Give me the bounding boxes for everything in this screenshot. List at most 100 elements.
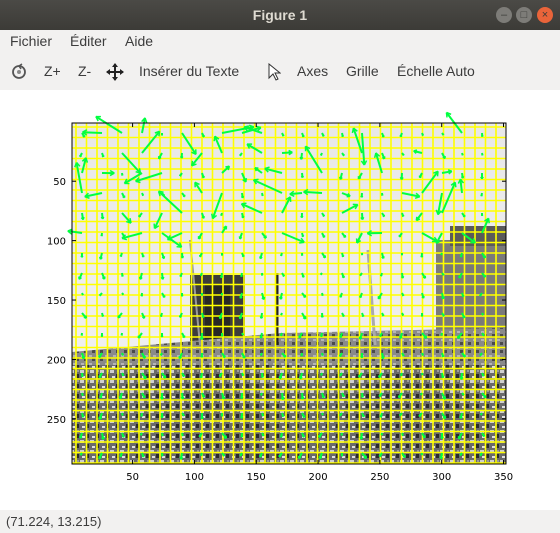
flow-arrow-head: [320, 335, 323, 338]
autoscale-button[interactable]: Échelle Auto: [397, 63, 475, 79]
flow-arrow-head: [101, 335, 104, 338]
flow-arrow-head: [379, 395, 382, 398]
flow-arrow-head: [81, 334, 83, 336]
flow-arrow-head: [242, 215, 245, 219]
flow-arrow-head: [278, 455, 282, 458]
flow-arrow-head: [440, 334, 443, 336]
cursor-coordinates: (71.224, 13.215): [6, 514, 102, 529]
flow-arrow-head: [241, 435, 244, 438]
flow-arrow-head: [421, 314, 424, 317]
flow-arrow-head: [81, 255, 84, 258]
flow-arrow-head: [241, 396, 244, 399]
flow-arrow-head: [361, 395, 364, 398]
flow-arrow-head: [320, 154, 323, 157]
flow-arrow-head: [260, 336, 263, 339]
y-tick-label: 250: [47, 415, 66, 426]
rotate-icon[interactable]: [10, 63, 28, 81]
figure-canvas[interactable]: 50 100 150 200 250 300 350 50 100 150 200 250: [0, 90, 560, 510]
flow-arrow-head: [223, 396, 226, 400]
flow-arrow-head: [445, 112, 448, 118]
menu-bar: Fichier Éditer Aide: [0, 30, 560, 54]
image-background: [72, 123, 506, 464]
flow-arrow-head: [221, 334, 224, 337]
zoom-in-button[interactable]: Z+: [44, 63, 61, 79]
flow-arrow-head: [402, 275, 405, 279]
flow-arrow-head: [160, 354, 163, 356]
flow-arrow-head: [261, 375, 264, 378]
flow-arrow-head: [462, 175, 465, 179]
flow-arrow-head: [202, 215, 205, 219]
pan-icon[interactable]: [106, 63, 124, 81]
flow-arrow-head: [341, 454, 344, 457]
x-tick-label: 50: [126, 472, 139, 483]
flow-arrow-head: [339, 414, 342, 417]
grid-button[interactable]: Grille: [346, 63, 379, 79]
flow-arrow-head: [138, 336, 141, 339]
flow-arrow-head: [220, 275, 224, 279]
flow-arrow-head: [138, 168, 142, 174]
plot-svg[interactable]: 50 100 150 200 250 300 350 50 100 150 200 250: [0, 90, 560, 510]
flow-arrow-head: [280, 254, 283, 257]
flow-arrow-head: [221, 254, 224, 256]
flow-arrow-head: [83, 356, 86, 359]
flow-arrow-head: [260, 394, 263, 396]
flow-arrow-head: [339, 295, 343, 298]
flow-arrow-head: [339, 335, 343, 339]
flow-arrow-head: [98, 355, 102, 359]
flow-arrow: [82, 131, 103, 134]
flow-arrow-head: [199, 435, 202, 438]
flow-arrow-head: [263, 296, 266, 300]
flow-arrow-head: [225, 165, 230, 168]
flow-arrow-head: [121, 274, 124, 277]
flow-arrow-head: [378, 375, 382, 379]
flow-arrow-head: [221, 414, 224, 417]
zoom-out-button[interactable]: Z-: [78, 63, 91, 79]
flow-arrow-head: [120, 455, 123, 458]
flow-arrow-head: [361, 195, 364, 198]
axes-button[interactable]: Axes: [297, 63, 328, 79]
flow-arrow-head: [200, 375, 203, 379]
x-tick-label: 200: [309, 472, 328, 483]
flow-arrow-head: [458, 276, 462, 279]
flow-arrow-head: [245, 178, 248, 183]
minimize-button[interactable]: –: [496, 7, 512, 23]
menu-fichier[interactable]: Fichier: [10, 33, 52, 49]
x-tick-label: 250: [370, 472, 389, 483]
flow-arrow-head: [339, 355, 342, 358]
flow-arrow-head: [259, 455, 262, 458]
flow-arrow-head: [81, 375, 84, 378]
flow-arrow-head: [382, 356, 385, 359]
flow-arrow-head: [457, 336, 461, 340]
flow-arrow-head: [200, 454, 203, 457]
menu-editer[interactable]: Éditer: [70, 33, 107, 49]
flow-arrow-head: [300, 354, 303, 357]
flow-arrow-head: [199, 255, 202, 258]
flow-arrow-head: [298, 456, 302, 460]
flow-arrow-head: [422, 295, 425, 299]
flow-arrow-head: [140, 414, 143, 417]
flow-arrow-head: [201, 355, 204, 358]
flow-arrow-head: [282, 396, 285, 400]
flow-arrow-head: [460, 255, 463, 258]
flow-arrow-head: [102, 216, 105, 220]
menu-aide[interactable]: Aide: [125, 33, 153, 49]
flow-arrow-head: [419, 175, 422, 179]
flow-arrow-head: [351, 127, 355, 134]
flow-arrow-head: [379, 335, 382, 338]
title-bar: Figure 1 – □ ×: [0, 0, 560, 30]
flow-arrow-head: [301, 175, 304, 178]
close-button[interactable]: ×: [537, 7, 553, 23]
select-pointer-icon[interactable]: [267, 63, 281, 81]
flow-arrow-head: [200, 274, 203, 277]
flow-arrow-head: [381, 433, 383, 436]
flow-arrow-head: [260, 354, 263, 357]
insert-text-button[interactable]: Insérer du Texte: [139, 63, 239, 79]
flow-arrow-head: [301, 396, 305, 400]
flow-arrow-head: [120, 255, 123, 258]
flow-arrow-head: [102, 436, 105, 440]
flow-arrow-head: [138, 215, 142, 218]
flow-arrow-head: [481, 134, 484, 137]
x-tick-label: 350: [494, 472, 513, 483]
flow-arrow-head: [201, 294, 204, 296]
maximize-button[interactable]: □: [516, 7, 532, 23]
